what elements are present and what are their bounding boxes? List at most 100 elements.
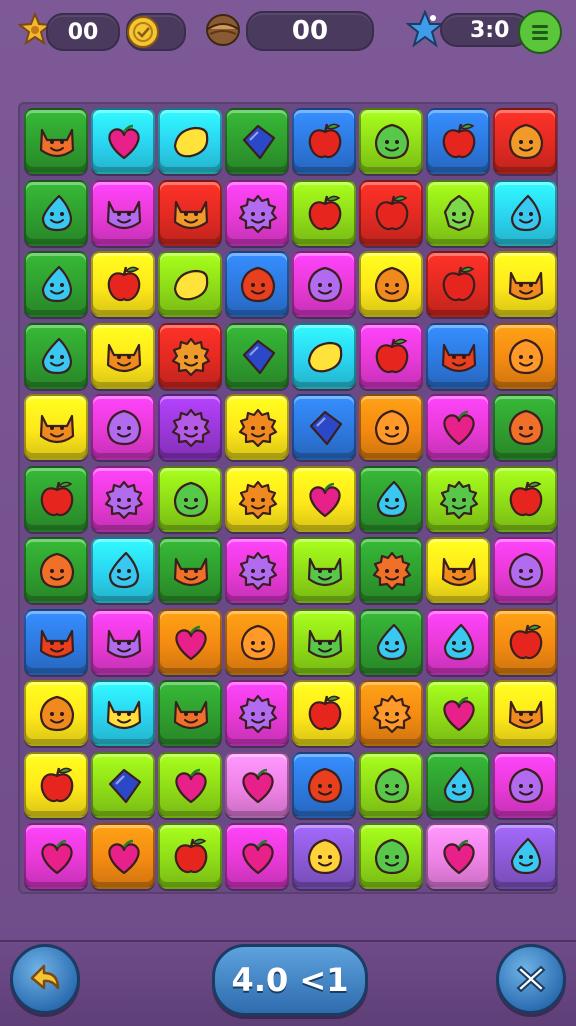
board-tile[interactable] [493,108,557,174]
center-action-button[interactable]: 4.0 <1 [212,944,368,1016]
center-action-label: 4.0 <1 [231,961,349,999]
board-tile[interactable] [359,394,423,460]
board-tile[interactable] [91,751,155,818]
board-tile[interactable] [359,108,423,174]
board-tile[interactable] [292,823,356,889]
board-tile[interactable] [359,465,423,532]
board-tile[interactable] [225,322,289,389]
board-tile[interactable] [493,465,557,532]
board-tile[interactable] [158,537,222,603]
board-tile[interactable] [158,751,222,818]
board-tile[interactable] [292,322,356,389]
board-tile[interactable] [359,608,423,675]
board-tile[interactable] [24,823,88,889]
board-tile[interactable] [158,608,222,675]
board-tile[interactable] [91,251,155,317]
board-tile[interactable] [359,537,423,603]
board-tile[interactable] [426,394,490,460]
board-tile[interactable] [91,608,155,675]
board-tile[interactable] [225,394,289,460]
blob-icon [106,409,142,446]
board-tile[interactable] [359,751,423,818]
board-tile[interactable] [359,179,423,246]
board-tile[interactable] [493,680,557,746]
board-tile[interactable] [426,537,490,603]
board-tile[interactable] [426,322,490,389]
board-tile[interactable] [158,823,222,889]
board-tile[interactable] [292,179,356,246]
board-tile[interactable] [91,465,155,532]
board-tile[interactable] [91,108,155,174]
board-tile[interactable] [493,823,557,889]
board-tile[interactable] [91,179,155,246]
board-tile[interactable] [24,680,88,746]
board-tile[interactable] [426,751,490,818]
board-tile[interactable] [292,108,356,174]
board-tile[interactable] [426,108,490,174]
cat-icon [173,557,209,587]
board-tile[interactable] [493,322,557,389]
board-tile[interactable] [493,179,557,246]
board-tile[interactable] [91,322,155,389]
board-tile[interactable] [225,680,289,746]
board-tile[interactable] [225,751,289,818]
board-tile[interactable] [292,680,356,746]
board-tile[interactable] [225,823,289,889]
board-tile[interactable] [24,537,88,603]
board-tile[interactable] [24,394,88,460]
board-tile[interactable] [292,251,356,317]
board-tile[interactable] [359,680,423,746]
board-tile[interactable] [225,179,289,246]
board-tile[interactable] [158,394,222,460]
blob-icon [240,624,276,660]
board-tile[interactable] [158,322,222,389]
board-tile[interactable] [292,537,356,603]
board-tile[interactable] [359,251,423,317]
board-tile[interactable] [225,465,289,532]
board-tile[interactable] [91,537,155,603]
board-tile[interactable] [292,394,356,460]
board-tile[interactable] [24,751,88,818]
blob-icon [307,838,343,875]
board-tile[interactable] [426,251,490,317]
board-tile[interactable] [359,322,423,389]
board-tile[interactable] [493,537,557,603]
board-tile[interactable] [24,465,88,532]
board-tile[interactable] [292,465,356,532]
apple-icon [375,195,409,230]
board-tile[interactable] [426,465,490,532]
board-tile[interactable] [24,608,88,675]
board-tile[interactable] [493,251,557,317]
board-tile[interactable] [158,251,222,317]
board-tile[interactable] [426,823,490,889]
board-tile[interactable] [359,823,423,889]
board-tile[interactable] [426,680,490,746]
board-tile[interactable] [91,823,155,889]
board-tile[interactable] [426,179,490,246]
board-tile[interactable] [158,680,222,746]
board-tile[interactable] [292,751,356,818]
board-tile[interactable] [91,680,155,746]
board-tile[interactable] [91,394,155,460]
board-tile[interactable] [493,608,557,675]
board-tile[interactable] [225,108,289,174]
board-tile[interactable] [225,537,289,603]
board-tile[interactable] [493,751,557,818]
board-tile[interactable] [225,251,289,317]
board-tile[interactable] [24,322,88,389]
board-tile[interactable] [158,108,222,174]
board-tile[interactable] [24,108,88,174]
board-tile[interactable] [24,179,88,246]
close-button[interactable] [496,944,566,1014]
fuzz-icon [238,551,278,591]
board-tile[interactable] [292,608,356,675]
board-tile[interactable] [24,251,88,317]
drop-icon [443,766,475,803]
board-tile[interactable] [158,179,222,246]
back-button[interactable] [10,944,80,1014]
board-tile[interactable] [426,608,490,675]
board-tile[interactable] [158,465,222,532]
board-tile[interactable] [493,394,557,460]
board-tile[interactable] [225,608,289,675]
menu-button[interactable] [518,10,562,54]
